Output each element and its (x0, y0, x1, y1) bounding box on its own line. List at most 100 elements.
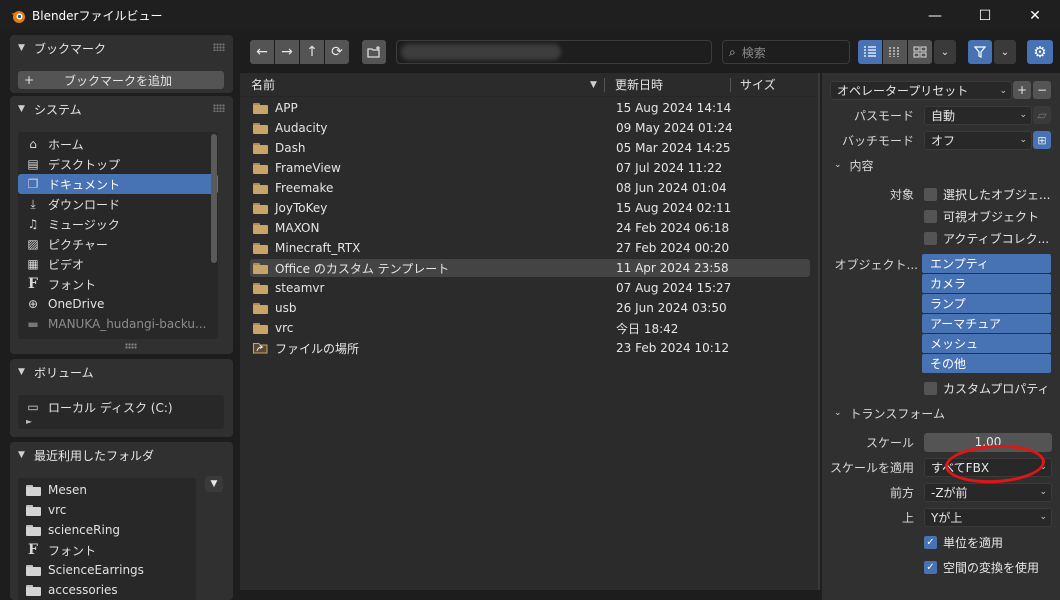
filter-icon (974, 46, 986, 58)
view-vertical-list-button[interactable] (858, 40, 882, 64)
add-bookmark-button[interactable]: + ブックマークを追加 (18, 71, 224, 89)
close-button[interactable]: ✕ (1010, 0, 1060, 31)
apply-scale-dropdown[interactable]: すべてFBX ⌄ (924, 457, 1052, 477)
scale-slider[interactable]: 1.00 (924, 432, 1052, 452)
sidebar-item-label: ドキュメント (48, 177, 121, 192)
back-button[interactable]: ← (250, 40, 274, 64)
search-input[interactable]: ⌕ 検索 (722, 40, 850, 64)
sidebar-item-local-disk[interactable]: ▭ ローカル ディスク (C:) (18, 397, 224, 417)
system-panel: ▼ システム ⌂ ホーム ▤ デスクトップ ❐ ドキュメント ⤓ ダウンロード ♫ ミュー… (10, 96, 233, 354)
sidebar-item-fonts[interactable]: F フォント (18, 274, 218, 294)
file-row-joytokey[interactable]: JoyToKey 15 Aug 2024 02:11 (250, 199, 810, 217)
file-row-usb[interactable]: usb 26 Jun 2024 03:50 (250, 299, 810, 317)
recent-item-sciencering[interactable]: scienceRing (18, 520, 196, 540)
embed-textures-toggle[interactable]: ▱ (1033, 106, 1051, 124)
volumes-list: ▭ ローカル ディスク (C:) ► (18, 395, 224, 429)
sidebar-item-documents[interactable]: ❐ ドキュメント (18, 174, 218, 194)
file-row-vrc[interactable]: vrc 今日 18:42 (250, 319, 810, 337)
display-settings-chevron-icon[interactable]: ⌄ (934, 40, 956, 64)
object-type-lamp[interactable]: ランプ (922, 294, 1051, 313)
add-bookmark-label: ブックマークを追加 (63, 73, 172, 88)
file-row-minecraft-rtx[interactable]: Minecraft_RTX 27 Feb 2024 00:20 (250, 239, 810, 257)
sort-descending-icon[interactable]: ▼ (590, 80, 597, 90)
file-row-frameview[interactable]: FrameView 07 Jul 2024 11:22 (250, 159, 810, 177)
recent-item-mesen[interactable]: Mesen (18, 480, 196, 500)
system-scrollbar[interactable] (211, 134, 217, 263)
recent-options-chevron-icon[interactable]: ▼ (205, 476, 223, 492)
space-transform-checkbox[interactable]: ✓ 空間の変換を使用 (924, 559, 1039, 576)
parent-directory-button[interactable]: ↑ (300, 40, 324, 64)
file-row-audacity[interactable]: Audacity 09 May 2024 01:24 (250, 119, 810, 137)
column-date[interactable]: 更新日時 (615, 76, 663, 93)
expand-arrow-icon[interactable]: ► (18, 417, 224, 426)
sidebar-item-onedrive[interactable]: ⊕ OneDrive (18, 294, 218, 314)
path-mode-dropdown[interactable]: 自動 ⌄ (924, 105, 1032, 125)
checkbox-unchecked-icon (924, 231, 937, 245)
recent-item-label: フォント (48, 543, 97, 558)
sidebar-item-videos[interactable]: ▦ ビデオ (18, 254, 218, 274)
object-type-other[interactable]: その他 (922, 354, 1051, 373)
resize-grip-icon[interactable] (125, 343, 137, 349)
refresh-button[interactable]: ⟳ (325, 40, 349, 64)
recent-item-accessories[interactable]: accessories (18, 580, 196, 600)
recent-list: Mesen vrc scienceRing F フォント ScienceEarri… (18, 478, 196, 600)
recent-header[interactable]: ▼ 最近利用したフォルダ (10, 442, 233, 468)
recent-item-fonts[interactable]: F フォント (18, 540, 196, 560)
column-size[interactable]: サイズ (740, 76, 776, 93)
bookmarks-header[interactable]: ▼ ブックマーク (10, 35, 233, 61)
system-header[interactable]: ▼ システム (10, 96, 233, 122)
add-preset-button[interactable]: + (1013, 81, 1031, 99)
file-row-office-templates[interactable]: Office のカスタム テンプレート 11 Apr 2024 23:58 (250, 259, 810, 277)
file-row-file-location[interactable]: ファイルの場所 23 Feb 2024 10:12 (250, 339, 810, 357)
file-row-steamvr[interactable]: steamvr 07 Aug 2024 15:27 (250, 279, 810, 297)
sidebar-item-desktop[interactable]: ▤ デスクトップ (18, 154, 218, 174)
file-row-maxon[interactable]: MAXON 24 Feb 2024 06:18 (250, 219, 810, 237)
new-folder-button[interactable] (362, 40, 386, 64)
file-list-scrollbar[interactable] (818, 73, 820, 590)
forward-axis-dropdown[interactable]: -Zが前 ⌄ (924, 482, 1052, 502)
sidebar-item-manuka[interactable]: ▬ MANUKA_hudangi-backu... (18, 314, 218, 334)
horizontal-list-icon (889, 47, 899, 57)
up-axis-dropdown[interactable]: Yが上 ⌄ (924, 507, 1052, 527)
batch-own-dir-toggle[interactable]: ⊞ (1033, 131, 1051, 149)
active-collection-checkbox[interactable]: アクティブコレク... (924, 230, 1049, 247)
drag-grip-icon[interactable] (213, 43, 225, 51)
custom-properties-checkbox[interactable]: カスタムプロパティ (924, 380, 1050, 397)
include-section-header[interactable]: ⌄ 内容 (834, 155, 874, 175)
object-type-armature[interactable]: アーマチュア (922, 314, 1051, 333)
view-thumbnails-button[interactable] (908, 40, 932, 64)
batch-mode-dropdown[interactable]: オフ ⌄ (924, 130, 1032, 150)
remove-preset-button[interactable]: − (1033, 81, 1051, 99)
file-row-freemake[interactable]: Freemake 08 Jun 2024 01:04 (250, 179, 810, 197)
column-name[interactable]: 名前 (251, 76, 275, 93)
chevron-down-icon: ⌄ (834, 160, 842, 170)
filter-toggle-button[interactable] (968, 40, 992, 64)
sidebar-item-home[interactable]: ⌂ ホーム (18, 134, 218, 154)
sidebar-item-pictures[interactable]: ▨ ピクチャー (18, 234, 218, 254)
recent-item-vrc[interactable]: vrc (18, 500, 196, 520)
apply-unit-checkbox[interactable]: ✓ 単位を適用 (924, 534, 1003, 551)
object-type-camera[interactable]: カメラ (922, 274, 1051, 293)
object-type-mesh[interactable]: メッシュ (922, 334, 1051, 353)
selected-objects-checkbox[interactable]: 選択したオブジェ... (924, 186, 1050, 203)
visible-objects-checkbox[interactable]: 可視オブジェクト (924, 208, 1039, 225)
sidebar-item-music[interactable]: ♫ ミュージック (18, 214, 218, 234)
minimize-button[interactable]: — (910, 0, 960, 31)
maximize-button[interactable]: ☐ (960, 0, 1010, 31)
filter-options-chevron-icon[interactable]: ⌄ (994, 40, 1016, 64)
object-type-empty[interactable]: エンプティ (922, 254, 1051, 273)
drag-grip-icon[interactable] (213, 104, 225, 112)
transform-section-header[interactable]: ⌄ トランスフォーム (834, 403, 945, 423)
sidebar-item-downloads[interactable]: ⤓ ダウンロード (18, 194, 218, 214)
desktop-icon: ▤ (27, 157, 39, 171)
recent-item-scienceearrings[interactable]: ScienceEarrings (18, 560, 196, 580)
operator-preset-dropdown[interactable]: オペレータープリセット ⌄ (830, 81, 1012, 100)
directory-path-input[interactable] (396, 40, 712, 64)
volumes-header[interactable]: ▼ ボリューム (10, 359, 233, 385)
view-horizontal-list-button[interactable] (883, 40, 907, 64)
file-row-app[interactable]: APP 15 Aug 2024 14:14 (250, 99, 810, 117)
file-row-dash[interactable]: Dash 05 Mar 2024 14:25 (250, 139, 810, 157)
settings-sidebar-button[interactable]: ⚙ (1027, 40, 1053, 64)
forward-button[interactable]: → (275, 40, 299, 64)
video-icon: ▦ (27, 257, 39, 271)
